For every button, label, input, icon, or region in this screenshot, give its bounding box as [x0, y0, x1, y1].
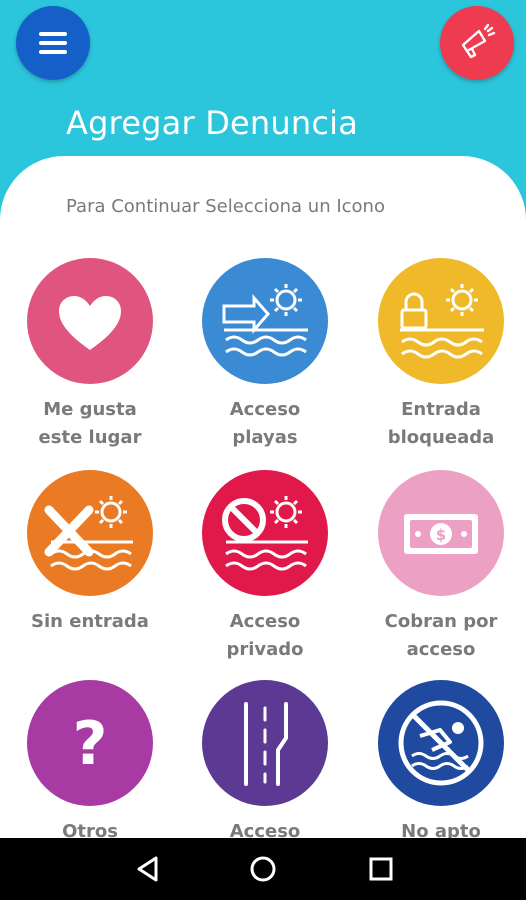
recents-square-icon	[369, 857, 393, 881]
money-icon: $	[378, 470, 504, 596]
back-triangle-icon	[137, 856, 158, 882]
tile-me-gusta[interactable]: Me gusta este lugar	[2, 258, 178, 452]
recents-button[interactable]	[364, 852, 398, 886]
back-button[interactable]	[132, 852, 166, 886]
tile-label: Entrada bloqueada	[387, 399, 495, 448]
no-swimming-icon	[378, 680, 504, 806]
menu-button[interactable]	[16, 6, 90, 80]
tile-otros[interactable]: ? Otros	[2, 680, 178, 846]
tile-label: Sin entrada	[31, 611, 149, 632]
svg-text:?: ?	[73, 709, 108, 779]
tile-acceso-privado[interactable]: Acceso privado	[177, 470, 353, 664]
tile-sin-entrada[interactable]: Sin entrada	[2, 470, 178, 636]
tile-label: Me gusta este lugar	[38, 399, 142, 448]
hamburger-menu-icon	[39, 32, 67, 54]
question-icon: ?	[27, 680, 153, 806]
alert-button[interactable]	[440, 6, 514, 80]
road-icon	[202, 680, 328, 806]
heart-icon	[27, 258, 153, 384]
svg-text:$: $	[436, 526, 446, 544]
tile-label: Cobran por acceso	[384, 611, 498, 660]
instruction-text: Para Continuar Selecciona un Icono	[66, 196, 385, 217]
beach-access-icon	[202, 258, 328, 384]
system-navigation-bar	[0, 838, 526, 900]
page-title: Agregar Denuncia	[66, 104, 359, 142]
tile-cobran-por-acceso[interactable]: $ Cobran por acceso	[353, 470, 526, 664]
locked-entrance-icon	[378, 258, 504, 384]
tile-label: Acceso privado	[226, 611, 304, 660]
tile-no-apto[interactable]: No apto	[353, 680, 526, 846]
no-entrance-icon	[27, 470, 153, 596]
content-card: Para Continuar Selecciona un Icono Me gu…	[0, 156, 526, 856]
home-button[interactable]	[246, 852, 280, 886]
tile-acceso[interactable]: Acceso	[177, 680, 353, 846]
tile-acceso-playas[interactable]: Acceso playas	[177, 258, 353, 452]
tile-label: Acceso playas	[229, 399, 301, 448]
megaphone-icon	[461, 23, 496, 59]
tile-entrada-bloqueada[interactable]: Entrada bloqueada	[353, 258, 526, 452]
private-access-icon	[202, 470, 328, 596]
home-circle-icon	[250, 856, 276, 882]
